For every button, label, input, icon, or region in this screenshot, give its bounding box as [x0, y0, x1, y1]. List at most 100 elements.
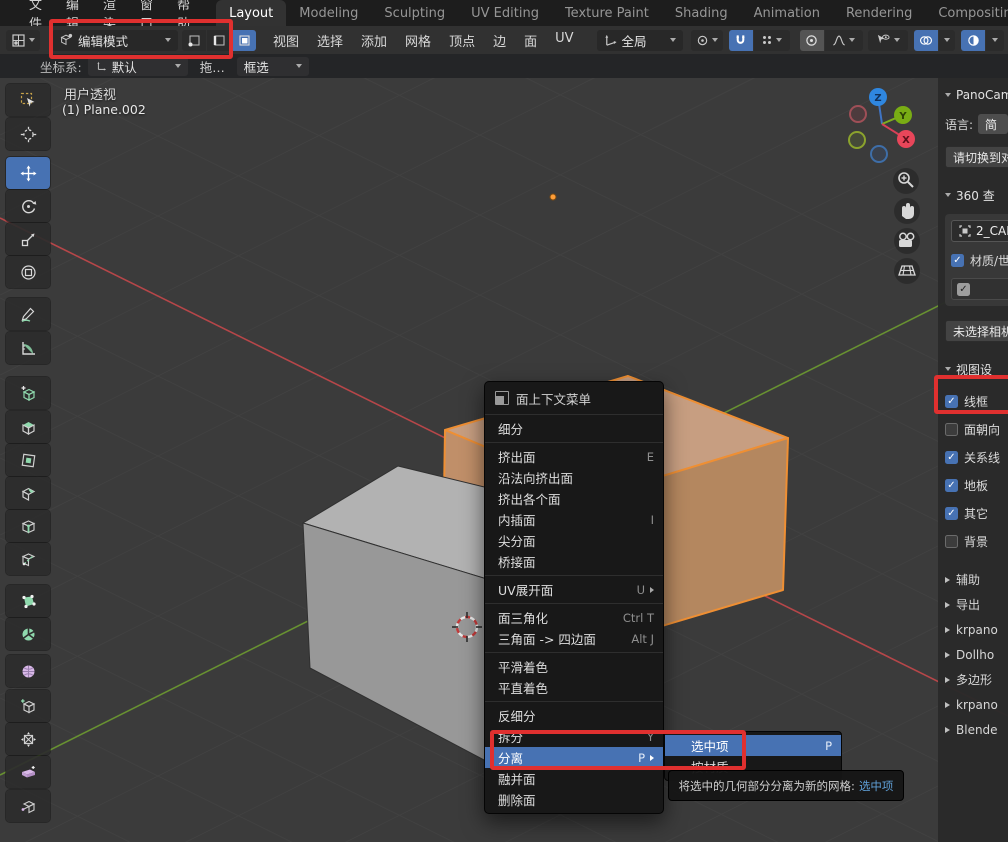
submenu-item-selection[interactable]: 选中项P [665, 735, 841, 756]
tab-shading[interactable]: Shading [662, 0, 741, 26]
menu-item-inset-faces[interactable]: 内插面I [485, 509, 663, 530]
tab-sculpting[interactable]: Sculpting [371, 0, 458, 26]
menu-item-uv-unwrap[interactable]: UV展开面U [485, 579, 663, 600]
pivot-point-dropdown[interactable] [691, 30, 723, 51]
tool-move[interactable] [6, 157, 50, 189]
tab-animation[interactable]: Animation [741, 0, 833, 26]
menu-item-dissolve-faces[interactable]: 融并面 [485, 768, 663, 789]
camera-selector[interactable]: 2_CAM [951, 220, 1008, 242]
check-other[interactable]: ✓ 其它 [945, 503, 1008, 523]
tool-cursor[interactable] [6, 118, 50, 150]
tool-smooth[interactable] [6, 655, 50, 687]
orientation-dropdown[interactable]: 全局 [597, 30, 683, 51]
proportional-falloff-dropdown[interactable] [825, 30, 863, 51]
tool-tweak-select[interactable] [6, 84, 50, 116]
check-relationship-lines[interactable]: ✓ 关系线 [945, 447, 1008, 467]
tool-shear[interactable] [6, 756, 50, 788]
section-assist[interactable]: 辅助 [945, 567, 1008, 592]
menu-item-extrude-faces[interactable]: 挤出面E [485, 446, 663, 467]
show-gizmo-dropdown[interactable] [868, 30, 908, 51]
section-360-header[interactable]: 360 查 [945, 186, 1008, 204]
shading-dropdown[interactable] [986, 30, 1004, 51]
gizmo-axis-z-neg[interactable] [871, 146, 887, 162]
tool-edge-slide[interactable] [6, 690, 50, 722]
panel-header-panocamadder[interactable]: PanoCama [945, 86, 1008, 104]
menu-item-split[interactable]: 拆分Y [485, 726, 663, 747]
menu-item-subdivide[interactable]: 细分 [485, 418, 663, 439]
tab-rendering[interactable]: Rendering [833, 0, 925, 26]
tool-loop-cut[interactable] [6, 510, 50, 542]
menu-add[interactable]: 添加 [352, 31, 396, 50]
language-dropdown[interactable]: 简 [978, 114, 1008, 134]
check-wireframe[interactable]: ✓ 线框 [945, 391, 1008, 411]
section-export[interactable]: 导出 [945, 592, 1008, 617]
tool-shrink-fatten[interactable] [6, 723, 50, 755]
menu-uv[interactable]: UV [546, 31, 582, 50]
tool-transform[interactable] [6, 256, 50, 288]
menu-item-tris-to-quads[interactable]: 三角面 -> 四边面Alt J [485, 628, 663, 649]
menu-view[interactable]: 视图 [264, 31, 308, 50]
switch-button[interactable]: 请切换到对 [945, 146, 1008, 168]
material-world-check[interactable]: ✓ 材质/世 [951, 250, 1008, 270]
camera-view-button[interactable] [894, 228, 920, 254]
show-overlays-button[interactable] [914, 30, 938, 51]
tab-modeling[interactable]: Modeling [286, 0, 371, 26]
mode-dropdown[interactable]: 编辑模式 [52, 30, 178, 51]
tool-inset-faces[interactable] [6, 444, 50, 476]
tool-rip-region[interactable] [6, 790, 50, 822]
zoom-button[interactable] [893, 168, 919, 194]
select-tool-dropdown[interactable]: 框选 [237, 57, 309, 76]
menu-item-poke-faces[interactable]: 尖分面 [485, 530, 663, 551]
tool-rotate[interactable] [6, 190, 50, 222]
section-krpano-2[interactable]: krpano [945, 692, 1008, 717]
drag-label[interactable]: 拖… [200, 57, 225, 76]
tool-measure[interactable] [6, 332, 50, 364]
check-background[interactable]: ✓ 背景 [945, 531, 1008, 551]
menu-vertex[interactable]: 顶点 [440, 31, 484, 50]
menu-face[interactable]: 面 [515, 31, 546, 50]
menu-item-extrude-individual[interactable]: 挤出各个面 [485, 488, 663, 509]
menu-item-bridge-faces[interactable]: 桥接面 [485, 551, 663, 572]
menu-item-delete-faces[interactable]: 删除面 [485, 789, 663, 810]
menu-select[interactable]: 选择 [308, 31, 352, 50]
tab-layout[interactable]: Layout [216, 0, 286, 26]
proportional-editing-button[interactable] [800, 30, 824, 51]
tool-annotate[interactable] [6, 298, 50, 330]
tool-spin[interactable] [6, 618, 50, 650]
checkbox-checked-icon[interactable]: ✓ [957, 283, 970, 296]
face-select-button[interactable] [232, 30, 256, 51]
tool-poly-build[interactable] [6, 585, 50, 617]
tab-texture-paint[interactable]: Texture Paint [552, 0, 662, 26]
check-floor[interactable]: ✓ 地板 [945, 475, 1008, 495]
tool-knife[interactable] [6, 543, 50, 575]
gizmo-axis-x-neg[interactable] [850, 106, 866, 122]
tool-extrude-region[interactable] [6, 411, 50, 443]
menu-item-shade-smooth[interactable]: 平滑着色 [485, 656, 663, 677]
check-face-orientation[interactable]: ✓ 面朝向 [945, 419, 1008, 439]
section-blender[interactable]: Blende [945, 717, 1008, 742]
snap-with-dropdown[interactable] [754, 30, 790, 51]
coord-system-dropdown[interactable]: 默认 [88, 57, 188, 76]
overlays-dropdown[interactable] [939, 30, 955, 51]
editor-type-button[interactable] [6, 30, 40, 51]
tab-compositing[interactable]: Compositing [925, 0, 1008, 26]
menu-item-unsubdivide[interactable]: 反细分 [485, 705, 663, 726]
menu-item-separate[interactable]: 分离P [485, 747, 663, 768]
tab-uv-editing[interactable]: UV Editing [458, 0, 552, 26]
section-view-settings-header[interactable]: 视图设 [945, 360, 1008, 378]
pan-button[interactable] [894, 198, 920, 224]
menu-mesh[interactable]: 网格 [396, 31, 440, 50]
vertex-select-button[interactable] [182, 30, 206, 51]
menu-item-extrude-along-normals[interactable]: 沿法向挤出面 [485, 467, 663, 488]
navigation-gizmo[interactable]: Z Y X [849, 88, 915, 162]
orthographic-grid-button[interactable] [894, 258, 920, 284]
menu-item-triangulate[interactable]: 面三角化Ctrl T [485, 607, 663, 628]
tool-add-cube[interactable] [6, 377, 50, 409]
edge-select-button[interactable] [207, 30, 231, 51]
xray-toggle-button[interactable] [961, 30, 985, 51]
section-polygon[interactable]: 多边形 [945, 667, 1008, 692]
gizmo-axis-y-neg[interactable] [849, 132, 865, 148]
tool-bevel[interactable] [6, 477, 50, 509]
menu-edge[interactable]: 边 [484, 31, 515, 50]
snap-toggle-button[interactable] [729, 30, 753, 51]
